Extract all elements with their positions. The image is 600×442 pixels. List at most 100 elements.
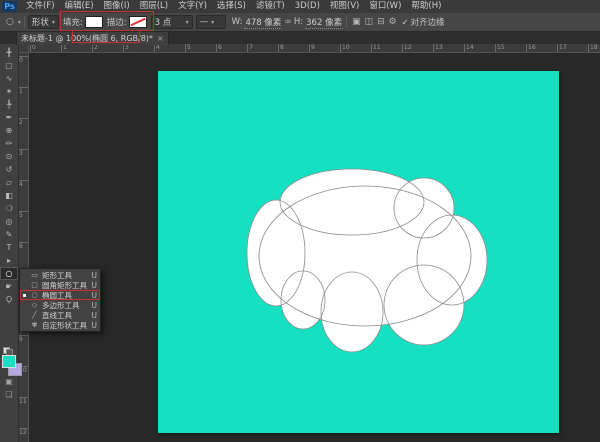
photoshop-logo: Ps	[2, 1, 17, 12]
close-icon[interactable]: ×	[157, 34, 164, 43]
flyout-item-自定形状工具[interactable]: ✾自定形状工具U	[20, 320, 100, 330]
shortcut-key: U	[92, 291, 98, 300]
crop-tool[interactable]: ╄	[0, 98, 18, 111]
flyout-item-多边形工具[interactable]: ◇多边形工具U	[20, 300, 100, 310]
pen-tool[interactable]: ✎	[0, 228, 18, 241]
stroke-width-select[interactable]: 3 点 ▾	[151, 15, 193, 29]
path-arrangement-icon[interactable]: ⊟	[375, 17, 387, 27]
custom-shape-icon: ✾	[30, 321, 39, 329]
eraser-tool[interactable]: ▱	[0, 176, 18, 189]
quick-selection-tool[interactable]: ✶	[0, 85, 18, 98]
ruler-tick-label: 4	[19, 181, 23, 188]
ruler-tick-label: 16	[528, 44, 536, 51]
quick-mask-button[interactable]: ▣	[0, 377, 18, 386]
history-brush-tool[interactable]: ↺	[0, 163, 18, 176]
hand-tool[interactable]: ☛	[0, 280, 18, 293]
foreground-color-swatch[interactable]	[2, 355, 16, 368]
type-tool[interactable]: T	[0, 241, 18, 254]
path-alignment-icon[interactable]: ◫	[363, 17, 376, 27]
shortcut-key: U	[92, 281, 98, 290]
ruler-tick-label: 11	[19, 398, 27, 405]
flyout-item-直线工具[interactable]: ╱直线工具U	[20, 310, 100, 320]
width-label: W:	[232, 17, 243, 27]
tool-mode-select[interactable]: 形状 ▾	[28, 15, 59, 29]
shape-width-field[interactable]: 478 像素	[244, 16, 282, 29]
line-icon: ╱	[30, 311, 39, 319]
menu-bar: Ps 文件(F)编辑(E)图像(I)图层(L)文字(Y)选择(S)滤镜(T)3D…	[0, 0, 600, 14]
brush-tool[interactable]: ✏	[0, 137, 18, 150]
rounded-rectangle-icon: ▢	[30, 281, 39, 289]
tool-preset-icon[interactable]: ○	[4, 17, 16, 27]
stroke-color-swatch[interactable]	[129, 16, 147, 28]
move-tool[interactable]: ╋	[0, 46, 18, 59]
menu-item-9[interactable]: 窗口(W)	[364, 0, 406, 13]
menu-item-0[interactable]: 文件(F)	[21, 0, 60, 13]
ruler-tick-label: 0	[19, 57, 23, 64]
screen-mode-button[interactable]: ❏	[0, 390, 18, 399]
ruler-tick-label: 17	[559, 44, 567, 51]
path-selection-tool[interactable]: ▸	[0, 254, 18, 267]
menu-item-1[interactable]: 编辑(E)	[60, 0, 99, 13]
menu-item-10[interactable]: 帮助(H)	[406, 0, 446, 13]
ruler-tick-label: 1	[63, 44, 67, 51]
ruler-tick-label: 5	[19, 212, 23, 219]
flyout-item-矩形工具[interactable]: ▭矩形工具U	[20, 270, 100, 280]
ruler-tick-label: 8	[280, 44, 284, 51]
fill-color-swatch[interactable]	[85, 16, 103, 28]
tools-panel: ▣ ❏ ╋▢∿✶╄✒⊕✏⊙↺▱◧❍◎✎T▸○☛Ϙ	[0, 44, 19, 442]
eyedropper-tool[interactable]: ✒	[0, 111, 18, 124]
menu-item-7[interactable]: 3D(D)	[290, 0, 325, 13]
ruler-tick-label: 4	[156, 44, 160, 51]
healing-brush-tool[interactable]: ⊕	[0, 124, 18, 137]
ruler-tick-label: 9	[311, 44, 315, 51]
ellipse-icon: ○	[30, 291, 39, 299]
flyout-item-椭圆工具[interactable]: ▪○椭圆工具U	[20, 290, 100, 300]
chevron-down-icon: ▾	[211, 19, 214, 26]
stroke-label: 描边:	[107, 16, 127, 28]
ruler-tick-label: 2	[19, 119, 23, 126]
marquee-tool[interactable]: ▢	[0, 59, 18, 72]
document-tab[interactable]: 未标题-1 @ 100%(椭圆 6, RGB/8)* ×	[16, 31, 169, 45]
tool-preset-arrow-icon[interactable]: ▾	[18, 19, 21, 26]
ruler-corner	[18, 44, 29, 53]
shape-height-field[interactable]: 362 像素	[305, 16, 343, 29]
menu-item-4[interactable]: 文字(Y)	[173, 0, 212, 13]
align-edges-label: 对齐边缘	[410, 16, 444, 28]
blur-tool[interactable]: ❍	[0, 202, 18, 215]
link-dimensions-icon[interactable]: ∞	[282, 17, 294, 27]
gear-icon[interactable]: ⚙	[387, 17, 399, 27]
menu-item-6[interactable]: 滤镜(T)	[251, 0, 290, 13]
shortcut-key: U	[92, 271, 98, 280]
menu-item-5[interactable]: 选择(S)	[212, 0, 251, 13]
stroke-width-value: 3 点	[155, 16, 172, 28]
clone-stamp-tool[interactable]: ⊙	[0, 150, 18, 163]
menu-item-8[interactable]: 视图(V)	[325, 0, 364, 13]
dodge-tool[interactable]: ◎	[0, 215, 18, 228]
gradient-tool[interactable]: ◧	[0, 189, 18, 202]
line-style-icon: —	[200, 17, 209, 27]
stroke-style-select[interactable]: — ▾	[196, 15, 226, 29]
lasso-tool[interactable]: ∿	[0, 72, 18, 85]
ruler-tick-label: 12	[404, 44, 412, 51]
ruler-tick-label: 7	[249, 44, 253, 51]
default-colors-icon[interactable]	[3, 347, 13, 354]
ruler-tick-label: 0	[32, 44, 36, 51]
ellipse-shape-tool[interactable]: ○	[0, 267, 18, 280]
document-tab-bar: 未标题-1 @ 100%(椭圆 6, RGB/8)* ×	[0, 31, 600, 44]
ruler-tick-label: 3	[125, 44, 129, 51]
menu-item-3[interactable]: 图层(L)	[135, 0, 173, 13]
flyout-item-圆角矩形工具[interactable]: ▢圆角矩形工具U	[20, 280, 100, 290]
document-canvas[interactable]	[158, 71, 559, 433]
vertical-ruler: 0123456789101112	[18, 52, 29, 442]
path-operations-icon[interactable]: ▣	[350, 17, 363, 27]
ruler-tick-label: 9	[19, 336, 23, 343]
flyout-item-label: 自定形状工具	[42, 320, 89, 331]
tool-mode-value: 形状	[32, 16, 49, 28]
align-edges-checkbox[interactable]: ✓	[402, 18, 409, 27]
zoom-tool[interactable]: Ϙ	[0, 293, 18, 306]
shortcut-key: U	[92, 321, 98, 330]
ruler-tick-label: 15	[497, 44, 505, 51]
options-separator	[24, 16, 25, 28]
ruler-tick-label: 3	[19, 150, 23, 157]
menu-item-2[interactable]: 图像(I)	[99, 0, 135, 13]
